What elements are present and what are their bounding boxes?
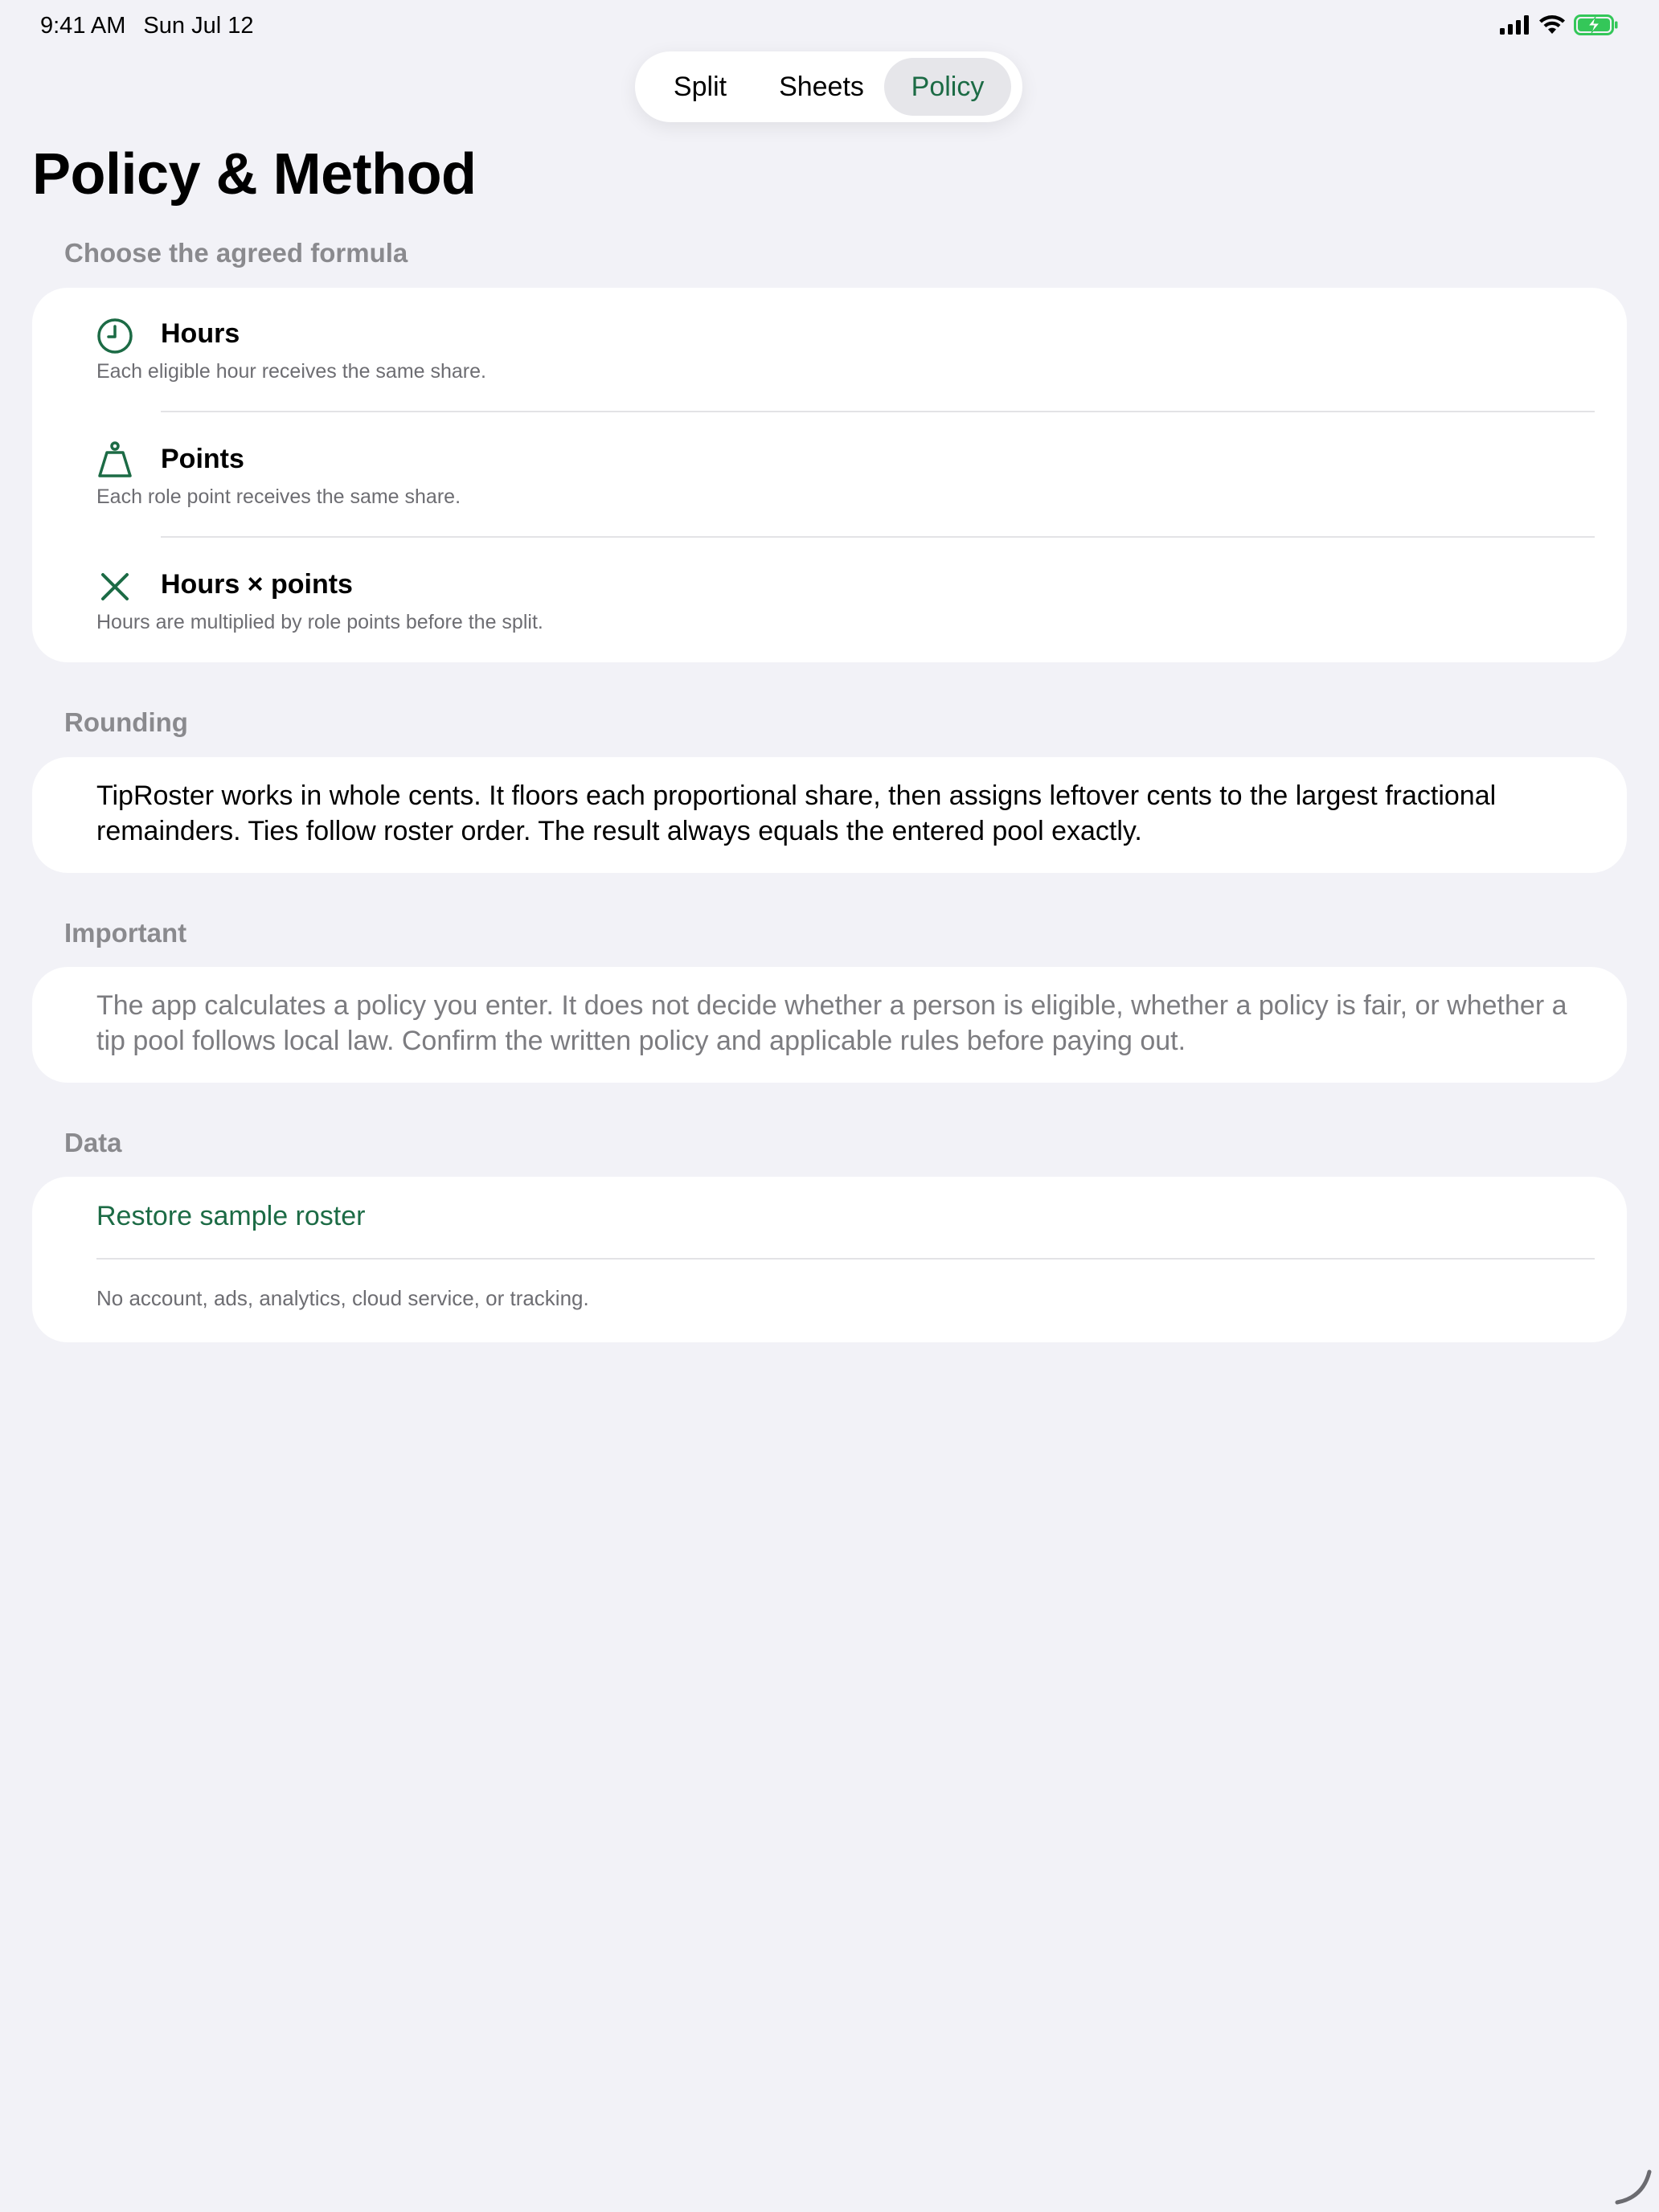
data-section-header: Data <box>64 1128 122 1157</box>
formula-option-points[interactable]: Points Each role point receives the same… <box>32 413 1627 539</box>
divider <box>96 1258 1595 1260</box>
rounding-section-header: Rounding <box>64 707 188 737</box>
formula-option-title: Hours × points <box>161 569 353 600</box>
important-section-header: Important <box>64 918 187 948</box>
status-date: Sun Jul 12 <box>143 13 254 39</box>
battery-charging-icon <box>1574 14 1618 35</box>
restore-sample-roster-button[interactable]: Restore sample roster <box>96 1201 365 1232</box>
formula-section-header: Choose the agreed formula <box>64 238 408 268</box>
multiply-icon <box>101 573 129 600</box>
important-card: The app calculates a policy you enter. I… <box>32 967 1627 1083</box>
segmented-tabs: Split Sheets Policy <box>635 51 1022 122</box>
formula-option-title: Points <box>161 444 244 474</box>
status-bar: 9:41 AM Sun Jul 12 <box>0 0 1659 51</box>
divider <box>161 411 1595 412</box>
rounding-card: TipRoster works in whole cents. It floor… <box>32 757 1627 873</box>
tab-split[interactable]: Split <box>641 58 759 116</box>
rounding-text: TipRoster works in whole cents. It floor… <box>96 780 1497 846</box>
data-card: Restore sample roster No account, ads, a… <box>32 1177 1627 1342</box>
status-icons <box>1500 14 1619 35</box>
cellular-signal-icon <box>1500 15 1529 35</box>
status-time-date: 9:41 AM Sun Jul 12 <box>40 13 253 39</box>
policy-screen: 9:41 AM Sun Jul 12 Split Sheets Policy P… <box>0 0 1659 2212</box>
weight-icon <box>98 441 132 477</box>
clock-icon <box>97 318 133 354</box>
divider <box>161 536 1595 538</box>
formula-option-description: Each eligible hour receives the same sha… <box>96 360 486 383</box>
formula-option-description: Each role point receives the same share. <box>96 485 461 508</box>
status-time: 9:41 AM <box>40 13 126 39</box>
tab-sheets[interactable]: Sheets <box>759 58 884 116</box>
window-resize-handle-icon[interactable] <box>1612 2165 1654 2207</box>
formula-option-description: Hours are multiplied by role points befo… <box>96 611 543 633</box>
important-text: The app calculates a policy you enter. I… <box>96 990 1567 1056</box>
formula-option-title: Hours <box>161 318 240 349</box>
formula-option-hours-times-points[interactable]: Hours × points Hours are multiplied by r… <box>32 539 1627 662</box>
tab-policy[interactable]: Policy <box>884 58 1011 116</box>
formula-option-hours[interactable]: Hours Each eligible hour receives the sa… <box>32 288 1627 413</box>
page-title: Policy & Method <box>32 142 477 207</box>
privacy-note: No account, ads, analytics, cloud servic… <box>96 1286 589 1310</box>
wifi-icon <box>1539 15 1565 34</box>
formula-card: Hours Each eligible hour receives the sa… <box>32 288 1627 662</box>
